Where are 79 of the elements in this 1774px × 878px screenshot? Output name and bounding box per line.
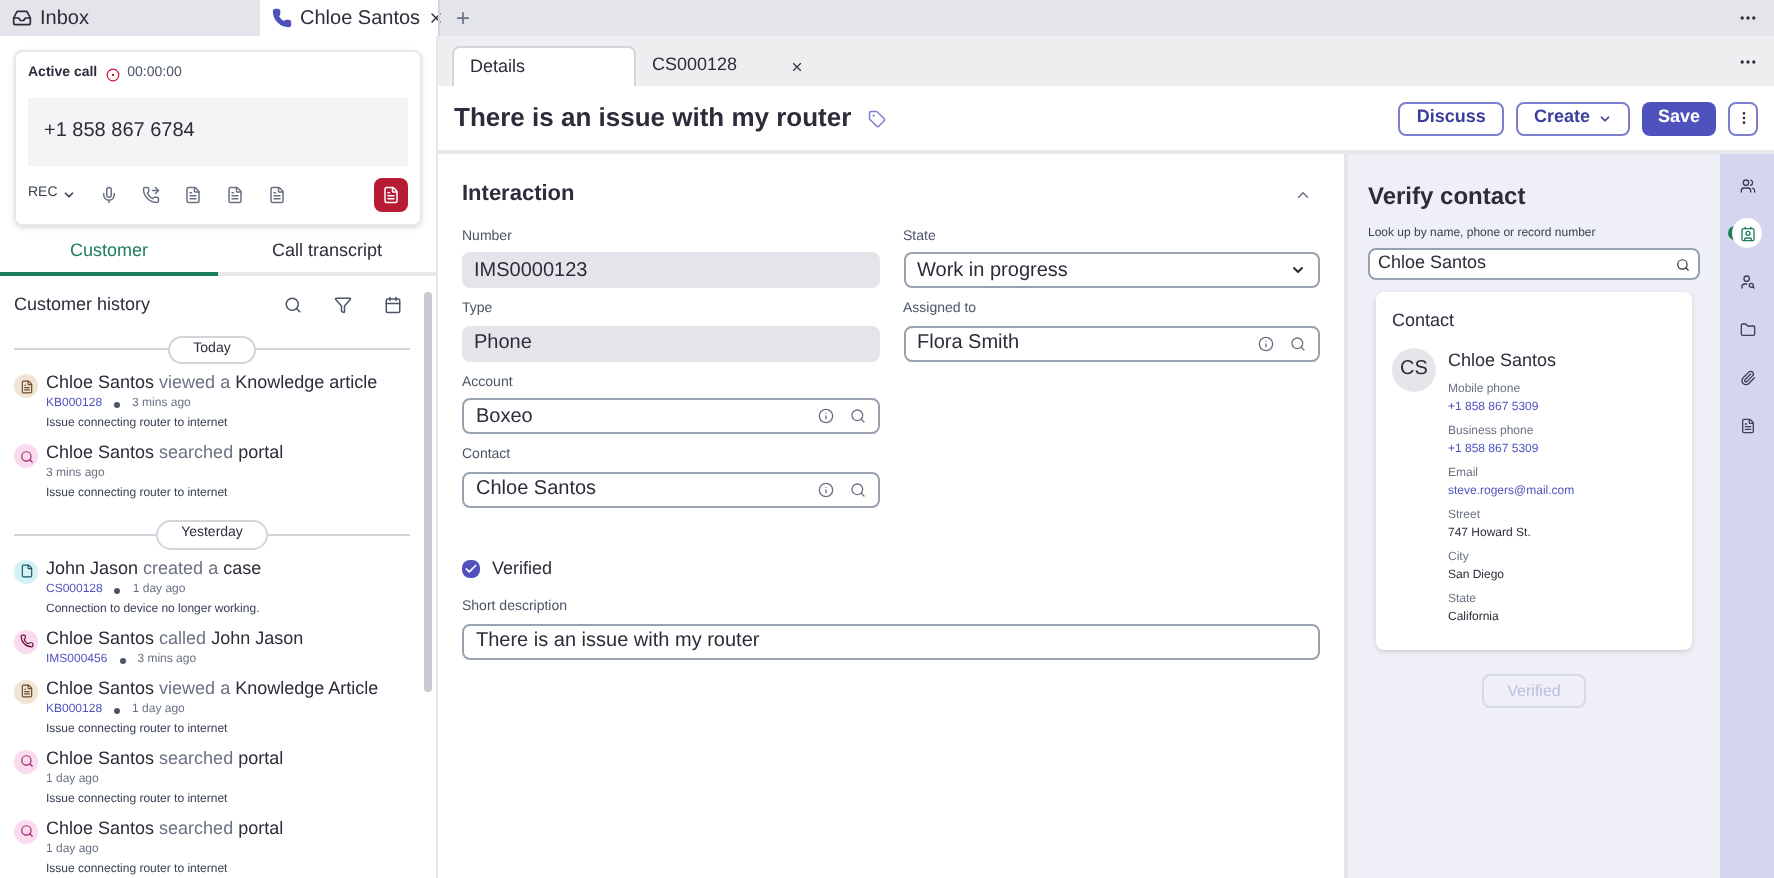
recording-icon: [105, 67, 120, 82]
panel-tab[interactable]: Call transcript: [218, 237, 436, 276]
section-title: Interaction: [462, 180, 577, 210]
caret-icon: [1597, 111, 1612, 125]
readonly-field: IMS0000123: [462, 252, 879, 288]
calendar-icon[interactable]: [384, 296, 402, 315]
record-tab[interactable]: Details: [452, 46, 636, 86]
dot-separator-icon: [119, 657, 126, 663]
close-icon[interactable]: [790, 59, 804, 73]
card-title: Contact: [1392, 308, 1457, 334]
contact-name: Chloe Santos: [1448, 347, 1559, 373]
search-icon: [14, 444, 38, 468]
more-button[interactable]: [1728, 101, 1758, 135]
record-title: There is an issue with my router: [454, 100, 852, 137]
record-tab[interactable]: CS000128: [636, 46, 820, 86]
document-icon[interactable]: [183, 185, 202, 203]
filter-icon[interactable]: [334, 296, 352, 315]
document-icon: [14, 679, 38, 703]
document-icon: [1739, 417, 1755, 433]
search-icon[interactable]: [1676, 257, 1690, 271]
activity-text: Chloe Santos searched portal: [46, 817, 284, 839]
workspace-tab[interactable]: Chloe Santos: [260, 0, 438, 36]
paperclip-icon: [1739, 369, 1755, 385]
end-call-button[interactable]: [374, 177, 408, 211]
workspace-tab[interactable]: Inbox: [0, 0, 260, 36]
people-icon: [1739, 177, 1755, 193]
info-icon[interactable]: [817, 408, 833, 424]
dot-separator-icon: [114, 402, 121, 408]
search-icon: [14, 749, 38, 773]
folder-icon: [1739, 321, 1755, 337]
phone-number: +1 858 867 6784: [44, 118, 195, 146]
search-icon[interactable]: [1290, 335, 1306, 351]
caret-icon: [61, 187, 76, 201]
activity-text: Chloe Santos called John Jason: [46, 627, 304, 649]
dropdown-icon: [1290, 262, 1306, 278]
search-icon[interactable]: [849, 408, 865, 424]
person-search-icon: [1739, 273, 1755, 289]
checkbox-label: Verified: [492, 555, 553, 581]
section-title: Customer history: [14, 292, 153, 318]
document-icon: [14, 374, 38, 398]
panel-tab[interactable]: Customer: [0, 237, 218, 276]
activity-text: Chloe Santos searched portal: [46, 442, 284, 464]
activity-text: Chloe Santos searched portal: [46, 747, 284, 769]
reference-field[interactable]: Flora Smith: [903, 325, 1320, 361]
search-icon[interactable]: [849, 481, 865, 497]
reference-field[interactable]: Boxeo: [462, 398, 879, 434]
action-button[interactable]: Create: [1515, 101, 1630, 135]
rail-button[interactable]: [1732, 218, 1762, 248]
action-button[interactable]: Save: [1641, 101, 1716, 135]
avatar: CS: [1392, 347, 1436, 391]
microphone-icon[interactable]: [99, 185, 118, 203]
select-field[interactable]: Work in progress: [903, 252, 1320, 288]
document-icon[interactable]: [225, 185, 244, 203]
case-icon: [14, 559, 38, 583]
action-button[interactable]: Discuss: [1398, 101, 1504, 135]
lookup-field[interactable]: Chloe Santos: [1368, 248, 1700, 280]
panel-title: Verify contact: [1368, 180, 1528, 214]
verified-checkbox[interactable]: [462, 559, 480, 578]
dot-separator-icon: [114, 587, 121, 593]
dot-separator-icon: [114, 707, 121, 713]
activity-text: Chloe Santos viewed a Knowledge article: [46, 372, 378, 394]
readonly-field: Phone: [462, 325, 879, 361]
activity-text: Chloe Santos viewed a Knowledge Article: [46, 677, 379, 699]
search-icon: [14, 819, 38, 843]
info-icon[interactable]: [817, 481, 833, 497]
transfer-icon[interactable]: [141, 185, 160, 203]
scrollbar[interactable]: [424, 292, 432, 692]
phone-icon: [14, 629, 38, 653]
info-icon[interactable]: [1258, 335, 1274, 351]
search-icon[interactable]: [284, 296, 302, 315]
inbox-icon: [12, 8, 32, 28]
document-icon[interactable]: [267, 185, 286, 203]
contact-card-icon: [1739, 225, 1755, 241]
activity-text: John Jason created a case: [46, 557, 262, 579]
tag-icon[interactable]: [867, 109, 886, 127]
phone-icon: [272, 8, 292, 28]
text-field[interactable]: There is an issue with my router: [462, 623, 1320, 659]
reference-field[interactable]: Chloe Santos: [462, 471, 879, 507]
document-icon: [382, 185, 400, 203]
